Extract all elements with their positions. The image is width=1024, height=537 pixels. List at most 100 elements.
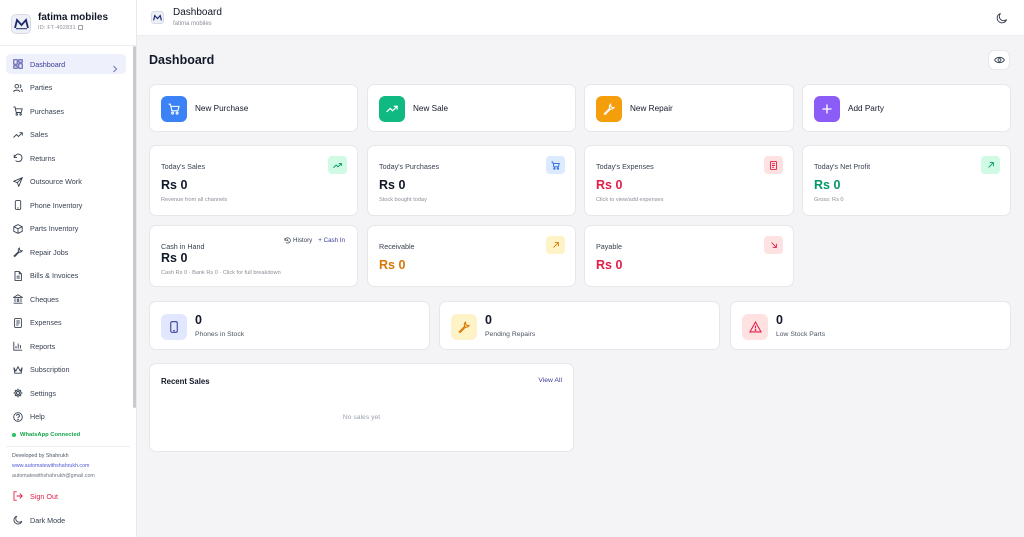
dark-mode-toggle[interactable]: Dark Mode — [13, 515, 65, 525]
new-repair-button[interactable]: New Repair — [584, 84, 794, 132]
users-icon — [13, 83, 23, 93]
stat-subtitle: Stock bought today — [379, 197, 427, 203]
new-sale-button[interactable]: New Sale — [367, 84, 576, 132]
brand-logo — [11, 14, 31, 34]
quick-action-label: New Sale — [413, 104, 449, 113]
quick-action-label: Add Party — [848, 104, 884, 113]
theme-toggle-button[interactable] — [996, 11, 1008, 24]
sidebar-item-returns[interactable]: Returns — [6, 148, 126, 168]
sidebar-item-label: Repair Jobs — [30, 247, 69, 257]
new-purchase-button[interactable]: New Purchase — [149, 84, 358, 132]
sidebar-item-parts-inventory[interactable]: Parts Inventory — [6, 219, 126, 239]
history-label: History — [293, 237, 313, 244]
eye-icon — [993, 56, 1005, 64]
brand-id: ID: FT-402831 — [38, 25, 83, 31]
pending-repairs-card[interactable]: 0 Pending Repairs — [439, 301, 720, 350]
help-icon — [13, 411, 23, 422]
net-profit-card[interactable]: Today's Net Profit Rs 0 Gross: Rs 0 — [802, 145, 1011, 216]
add-party-button[interactable]: Add Party — [802, 84, 1011, 132]
sidebar-item-phone-inventory[interactable]: Phone Inventory — [6, 195, 126, 215]
today-expenses-card[interactable]: Today's Expenses Rs 0 Click to view/add … — [584, 145, 794, 216]
return-icon — [13, 153, 23, 163]
crown-icon — [13, 365, 23, 375]
sidebar-item-subscription[interactable]: Subscription — [6, 360, 126, 380]
sign-out-icon — [13, 491, 23, 501]
sidebar-item-label: Returns — [30, 153, 56, 163]
sidebar-item-help[interactable]: Help — [6, 407, 126, 427]
developer-website-link[interactable]: www.automatewithshahrukh.com — [12, 463, 89, 469]
copy-icon[interactable] — [77, 25, 83, 30]
receivable-card[interactable]: Receivable Rs 0 — [367, 225, 576, 287]
empty-state-text: No sales yet — [342, 414, 381, 421]
stat-value: Rs 0 — [161, 251, 188, 265]
recent-sales-title: Recent Sales — [161, 377, 210, 386]
sidebar-item-label: Expenses — [30, 318, 62, 327]
stat-value: Rs 0 — [161, 178, 188, 192]
stat-title: Receivable — [379, 242, 415, 251]
trend-up-icon — [379, 96, 405, 122]
sidebar-item-label: Reports — [30, 341, 56, 351]
header-logo — [151, 11, 164, 24]
sidebar-item-parties[interactable]: Parties — [6, 78, 126, 98]
cash-in-hand-card[interactable]: Cash in Hand Rs 0 Cash Rs 0 · Bank Rs 0 … — [149, 225, 358, 287]
cash-in-link[interactable]: + Cash In — [318, 237, 345, 244]
arrow-up-right-icon — [546, 236, 565, 254]
top-header: Dashboard fatima mobiles — [137, 0, 1024, 36]
stat-subtitle: Gross: Rs 0 — [814, 197, 844, 203]
sidebar-item-settings[interactable]: Settings — [6, 383, 126, 403]
header-subtitle: fatima mobiles — [173, 21, 212, 27]
sidebar-item-label: Subscription — [30, 365, 70, 374]
receipt-icon — [13, 317, 23, 328]
whatsapp-status-text: WhatsApp Connected — [20, 432, 81, 438]
sidebar-item-label: Cheques — [30, 294, 59, 304]
mini-stat-label: Low Stock Parts — [776, 331, 826, 338]
sidebar-item-purchases[interactable]: Purchases — [6, 101, 126, 121]
sidebar-item-label: Parties — [30, 83, 53, 92]
trend-up-icon — [13, 130, 23, 140]
chevron-right-icon — [112, 60, 118, 78]
phone-icon — [13, 200, 23, 210]
sidebar-item-label: Phone Inventory — [30, 200, 83, 210]
sidebar-item-outsource-work[interactable]: Outsource Work — [6, 172, 126, 192]
sidebar-item-label: Sales — [30, 130, 48, 139]
sign-out-label: Sign Out — [30, 491, 58, 501]
phones-in-stock-card[interactable]: 0 Phones in Stock — [149, 301, 430, 350]
payable-card[interactable]: Payable Rs 0 — [584, 225, 794, 287]
sidebar-item-label: Parts Inventory — [30, 224, 79, 233]
today-sales-card[interactable]: Today's Sales Rs 0 Revenue from all chan… — [149, 145, 358, 216]
view-all-link[interactable]: View All — [538, 377, 562, 384]
stat-value: Rs 0 — [379, 178, 406, 192]
sidebar-item-dashboard[interactable]: Dashboard — [6, 54, 126, 74]
sidebar-item-repair-jobs[interactable]: Repair Jobs — [6, 242, 126, 262]
low-stock-parts-card[interactable]: 0 Low Stock Parts — [730, 301, 1011, 350]
cash-links: History + Cash In — [284, 237, 345, 244]
header-title: Dashboard — [173, 7, 222, 18]
history-link[interactable]: History — [284, 237, 312, 244]
receipt-icon — [764, 156, 783, 174]
sidebar-item-sales[interactable]: Sales — [6, 125, 126, 145]
stat-value: Rs 0 — [596, 258, 623, 272]
brand-id-text: ID: FT-402831 — [38, 25, 76, 31]
file-icon — [13, 270, 23, 281]
sidebar-item-expenses[interactable]: Expenses — [6, 313, 126, 333]
sidebar-item-label: Help — [30, 412, 45, 421]
mini-stat-label: Pending Repairs — [485, 331, 536, 338]
box-icon — [13, 223, 23, 234]
sign-out-button[interactable]: Sign Out — [13, 491, 58, 501]
sidebar-item-label: Purchases — [30, 106, 64, 116]
stat-title: Today's Expenses — [596, 162, 654, 171]
today-purchases-card[interactable]: Today's Purchases Rs 0 Stock bought toda… — [367, 145, 576, 216]
sidebar-item-cheques[interactable]: Cheques — [6, 289, 126, 309]
sidebar-scrollbar[interactable] — [133, 46, 136, 408]
quick-action-label: New Purchase — [195, 104, 249, 113]
stat-title: Today's Sales — [161, 162, 206, 171]
stat-title: Today's Net Profit — [814, 162, 871, 171]
status-dot-icon — [12, 433, 16, 437]
sidebar-item-bills-invoices[interactable]: Bills & Invoices — [6, 266, 126, 286]
sidebar-item-label: Outsource Work — [30, 177, 82, 186]
sidebar-nav: Dashboard Parties Purchases Sales Return… — [6, 54, 126, 430]
sidebar-item-reports[interactable]: Reports — [6, 336, 126, 356]
toggle-visibility-button[interactable] — [988, 50, 1010, 70]
developer-email[interactable]: automatewithshahrukh@gmail.com — [12, 473, 95, 479]
dashboard-icon — [13, 59, 23, 69]
